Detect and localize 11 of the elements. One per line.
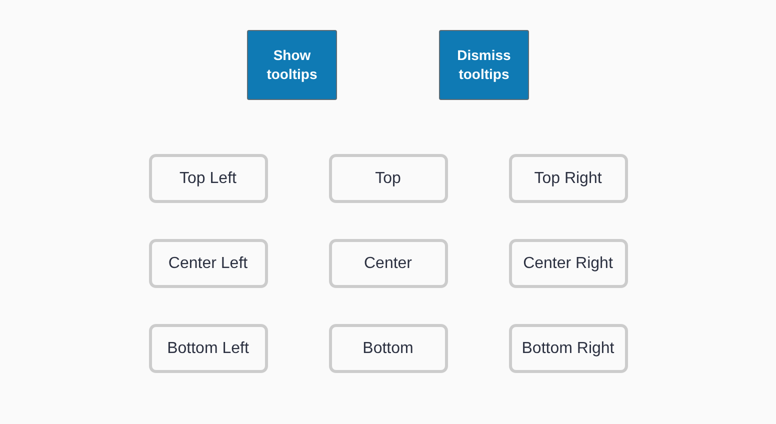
position-button[interactable]: Top <box>328 154 448 203</box>
action-button[interactable]: Show tooltips <box>247 30 337 100</box>
position-button[interactable]: Center Right <box>508 239 628 288</box>
position-button[interactable]: Top Left <box>148 154 268 203</box>
position-button[interactable]: Bottom Right <box>508 324 628 373</box>
position-button[interactable]: Bottom <box>328 324 448 373</box>
position-button[interactable]: Bottom Left <box>148 324 268 373</box>
position-button[interactable]: Center <box>328 239 448 288</box>
position-button[interactable]: Center Left <box>148 239 268 288</box>
position-button[interactable]: Top Right <box>508 154 628 203</box>
action-button[interactable]: Dismiss tooltips <box>439 30 529 100</box>
